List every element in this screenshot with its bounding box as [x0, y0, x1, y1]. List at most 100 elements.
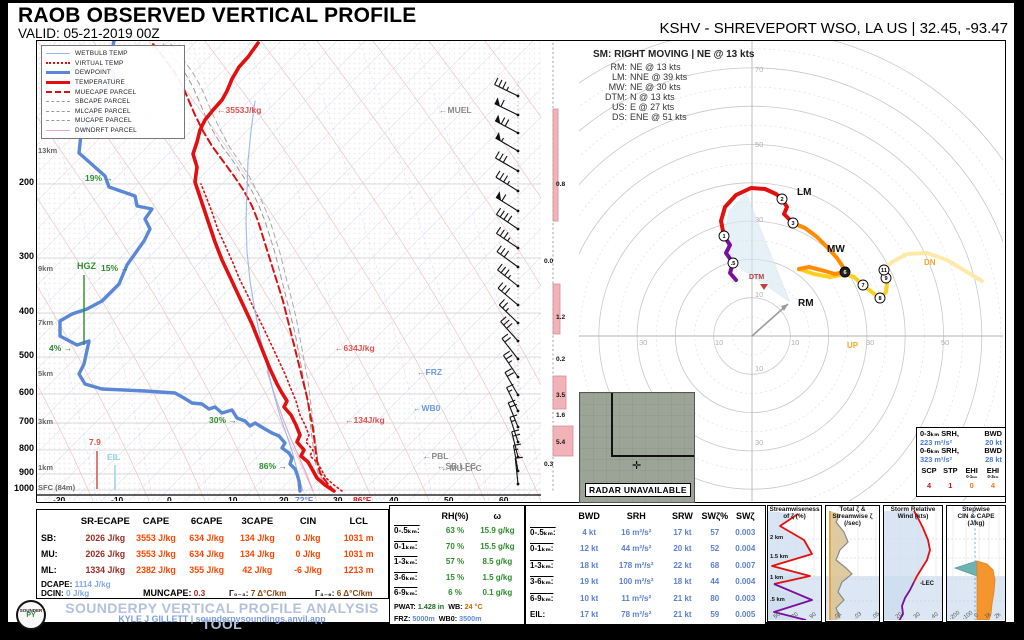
footer-credit: KYLE J GILLETT | sounderpysoundings.anvi…	[118, 614, 326, 624]
ring-label: 10	[755, 290, 763, 299]
isotherm-line	[408, 368, 541, 501]
storm-motion-value: NNE @ 39 kts	[630, 72, 688, 82]
legend-label: MUCAPE PARCEL	[75, 117, 132, 125]
svg-text:7: 7	[861, 283, 864, 289]
kin-value: 59	[710, 610, 720, 620]
storm-motion-key: US:	[611, 102, 627, 112]
state-border-line	[611, 455, 694, 457]
omega-value-label: 3.5	[556, 392, 565, 399]
svg-text:1: 1	[722, 234, 725, 240]
storm-motion-key: LM:	[611, 72, 627, 82]
mini-height-label: 2 km	[770, 535, 784, 541]
legend-sample	[46, 81, 70, 85]
radar-unavailable-label: RADAR UNAVAILABLE	[585, 483, 691, 497]
height-tick-label: 1km	[38, 463, 54, 472]
dcape-block: DCAPE: 1114 J/kg DCIN: 0 J/kg	[41, 580, 111, 598]
kin-value: 16 m²/s²	[621, 527, 652, 537]
svg-text:3: 3	[791, 221, 794, 227]
thermo-col-header: SR-ECAPE	[80, 515, 130, 527]
thermo-value: 2026 J/kg	[85, 549, 126, 559]
kin-value: 21 kt	[673, 593, 692, 603]
x-tick-label: 0	[167, 495, 172, 501]
svg-text:.5: .5	[731, 261, 736, 267]
omega-value-label: 0.8	[556, 181, 565, 188]
wind-barb	[495, 151, 520, 173]
kin-row-label: 0-1ₖₘ:	[530, 544, 554, 554]
kin-col-header: SWζ%	[701, 511, 729, 521]
kin-value: 19 kt	[580, 577, 599, 587]
sounderpy-analysis-page: RAOB OBSERVED VERTICAL PROFILE VALID: 05…	[0, 0, 1024, 640]
thermo-row: MU: 2026 J/kg 3553 J/kg 634 J/kg 134 J/kg 0 J…	[41, 546, 384, 562]
annotation--634j-kg: ←634J/kg	[335, 343, 375, 353]
thermo-col-header: LCL	[349, 515, 368, 527]
hodo-label-mw: MW	[827, 244, 845, 255]
kin-row-label: 6-9ₖₘ:	[530, 593, 554, 603]
mini-panel-title: Streamwiseness of ζ (%)	[769, 506, 820, 520]
moisture-col-header: RH(%)	[441, 510, 469, 521]
ring-label: 30	[866, 338, 874, 347]
legend-sample	[46, 101, 70, 103]
thermo-row-label: SB:	[41, 533, 57, 543]
thermo-header-row: SR-ECAPE CAPE 6CAPE 3CAPE CIN LCL	[41, 512, 384, 530]
legend-sample	[46, 53, 70, 55]
legend-item: MLCAPE PARCEL	[46, 107, 180, 117]
storm-motion-key: DTM:	[605, 92, 627, 102]
moisture-col-header: ω	[493, 510, 502, 521]
kin-value: 178 m²/s²	[618, 560, 654, 570]
annotation--pbl: ←PBL	[423, 451, 449, 461]
mini-panel-title: Stepwise CIN & CAPE (J/kg)	[957, 506, 995, 527]
skewt-legend: WETBULB TEMP VIRTUAL TEMP DEWPOINT TEMPERAT…	[41, 45, 185, 140]
svg-text:9: 9	[884, 276, 887, 282]
storm-motion-line: RM: NE @ 13 kts	[593, 62, 754, 72]
legend-sample	[46, 110, 70, 112]
storm-motion-value: NE @ 30 kts	[630, 82, 681, 92]
kin-header-row: BWD SRH SRW SWζ% SWζ	[530, 508, 761, 524]
ring-label: 70	[755, 65, 763, 74]
annotation-86-: 86% →	[259, 461, 287, 471]
dwndrft-curve	[266, 370, 314, 492]
storm-motion-readout: SM: RIGHT MOVING | NE @ 13 kts RM: NE @ 1…	[593, 49, 754, 122]
sounderpy-logo: SOUNDER PY	[16, 600, 46, 630]
legend-label: MUECAPE PARCEL	[75, 88, 137, 96]
pressure-tick-label: 600	[18, 387, 34, 397]
ring-label: 50	[941, 338, 949, 347]
moisture-row-label: 6-9ₖₘ:	[394, 588, 418, 598]
annotation-15-: 15% →	[101, 263, 129, 273]
thermo-row: ML: 1334 J/kg 2382 J/kg 355 J/kg 42 J/kg -6 J…	[41, 562, 384, 578]
legend-label: WETBULB TEMP	[75, 50, 128, 58]
height-tick-label: 5km	[38, 369, 54, 378]
rh-value: 63 %	[445, 526, 465, 536]
kin-col-header: SRH	[626, 511, 646, 521]
moisture-header-row: RH(%) ω	[394, 508, 520, 523]
svg-text:2: 2	[780, 197, 783, 203]
mini-height-label: 1 km	[770, 575, 784, 581]
height-tick-label: 9km	[38, 264, 54, 273]
critical-angle-shade	[723, 192, 791, 303]
annotation--muel: ←MUEL	[439, 105, 472, 115]
pressure-tick-label: 1000	[13, 483, 34, 493]
height-marker-2: 2	[776, 193, 788, 205]
height-tick-label: 13km	[38, 146, 58, 155]
kin-value: 4 kt	[582, 527, 597, 537]
radar-map-inset: ✛ RADAR UNAVAILABLE	[579, 392, 695, 503]
wind-barb	[494, 97, 520, 117]
mixing-ratio-value: 0.1 g/kg	[482, 588, 513, 598]
height-marker-7: 7	[857, 279, 869, 291]
omega-bar	[552, 283, 561, 335]
kin-value: 17 kt	[673, 527, 692, 537]
legend-label: TEMPERATURE	[75, 79, 126, 87]
x-tick-label: 86°F	[353, 495, 371, 501]
storm-motion-header: SM: RIGHT MOVING | NE @ 13 kts	[593, 49, 755, 60]
storm-motion-line: US: E @ 27 kts	[593, 102, 754, 112]
thermo-value: 3553 J/kg	[136, 549, 176, 559]
storm-motion-value: E @ 27 kts	[630, 102, 675, 112]
legend-sample	[46, 62, 70, 65]
storm-motion-key: MW:	[608, 82, 627, 92]
height-tick-label: 7km	[38, 318, 54, 327]
legend-sample	[46, 91, 70, 94]
storm-motion-arrow	[751, 303, 789, 337]
kin-row-label: 3-6ₖₘ:	[530, 577, 554, 587]
thermo-value: 3553 J/kg	[136, 533, 176, 543]
mini-height-label: 1.5 km	[770, 554, 789, 560]
rh-value: 57 %	[445, 557, 465, 567]
